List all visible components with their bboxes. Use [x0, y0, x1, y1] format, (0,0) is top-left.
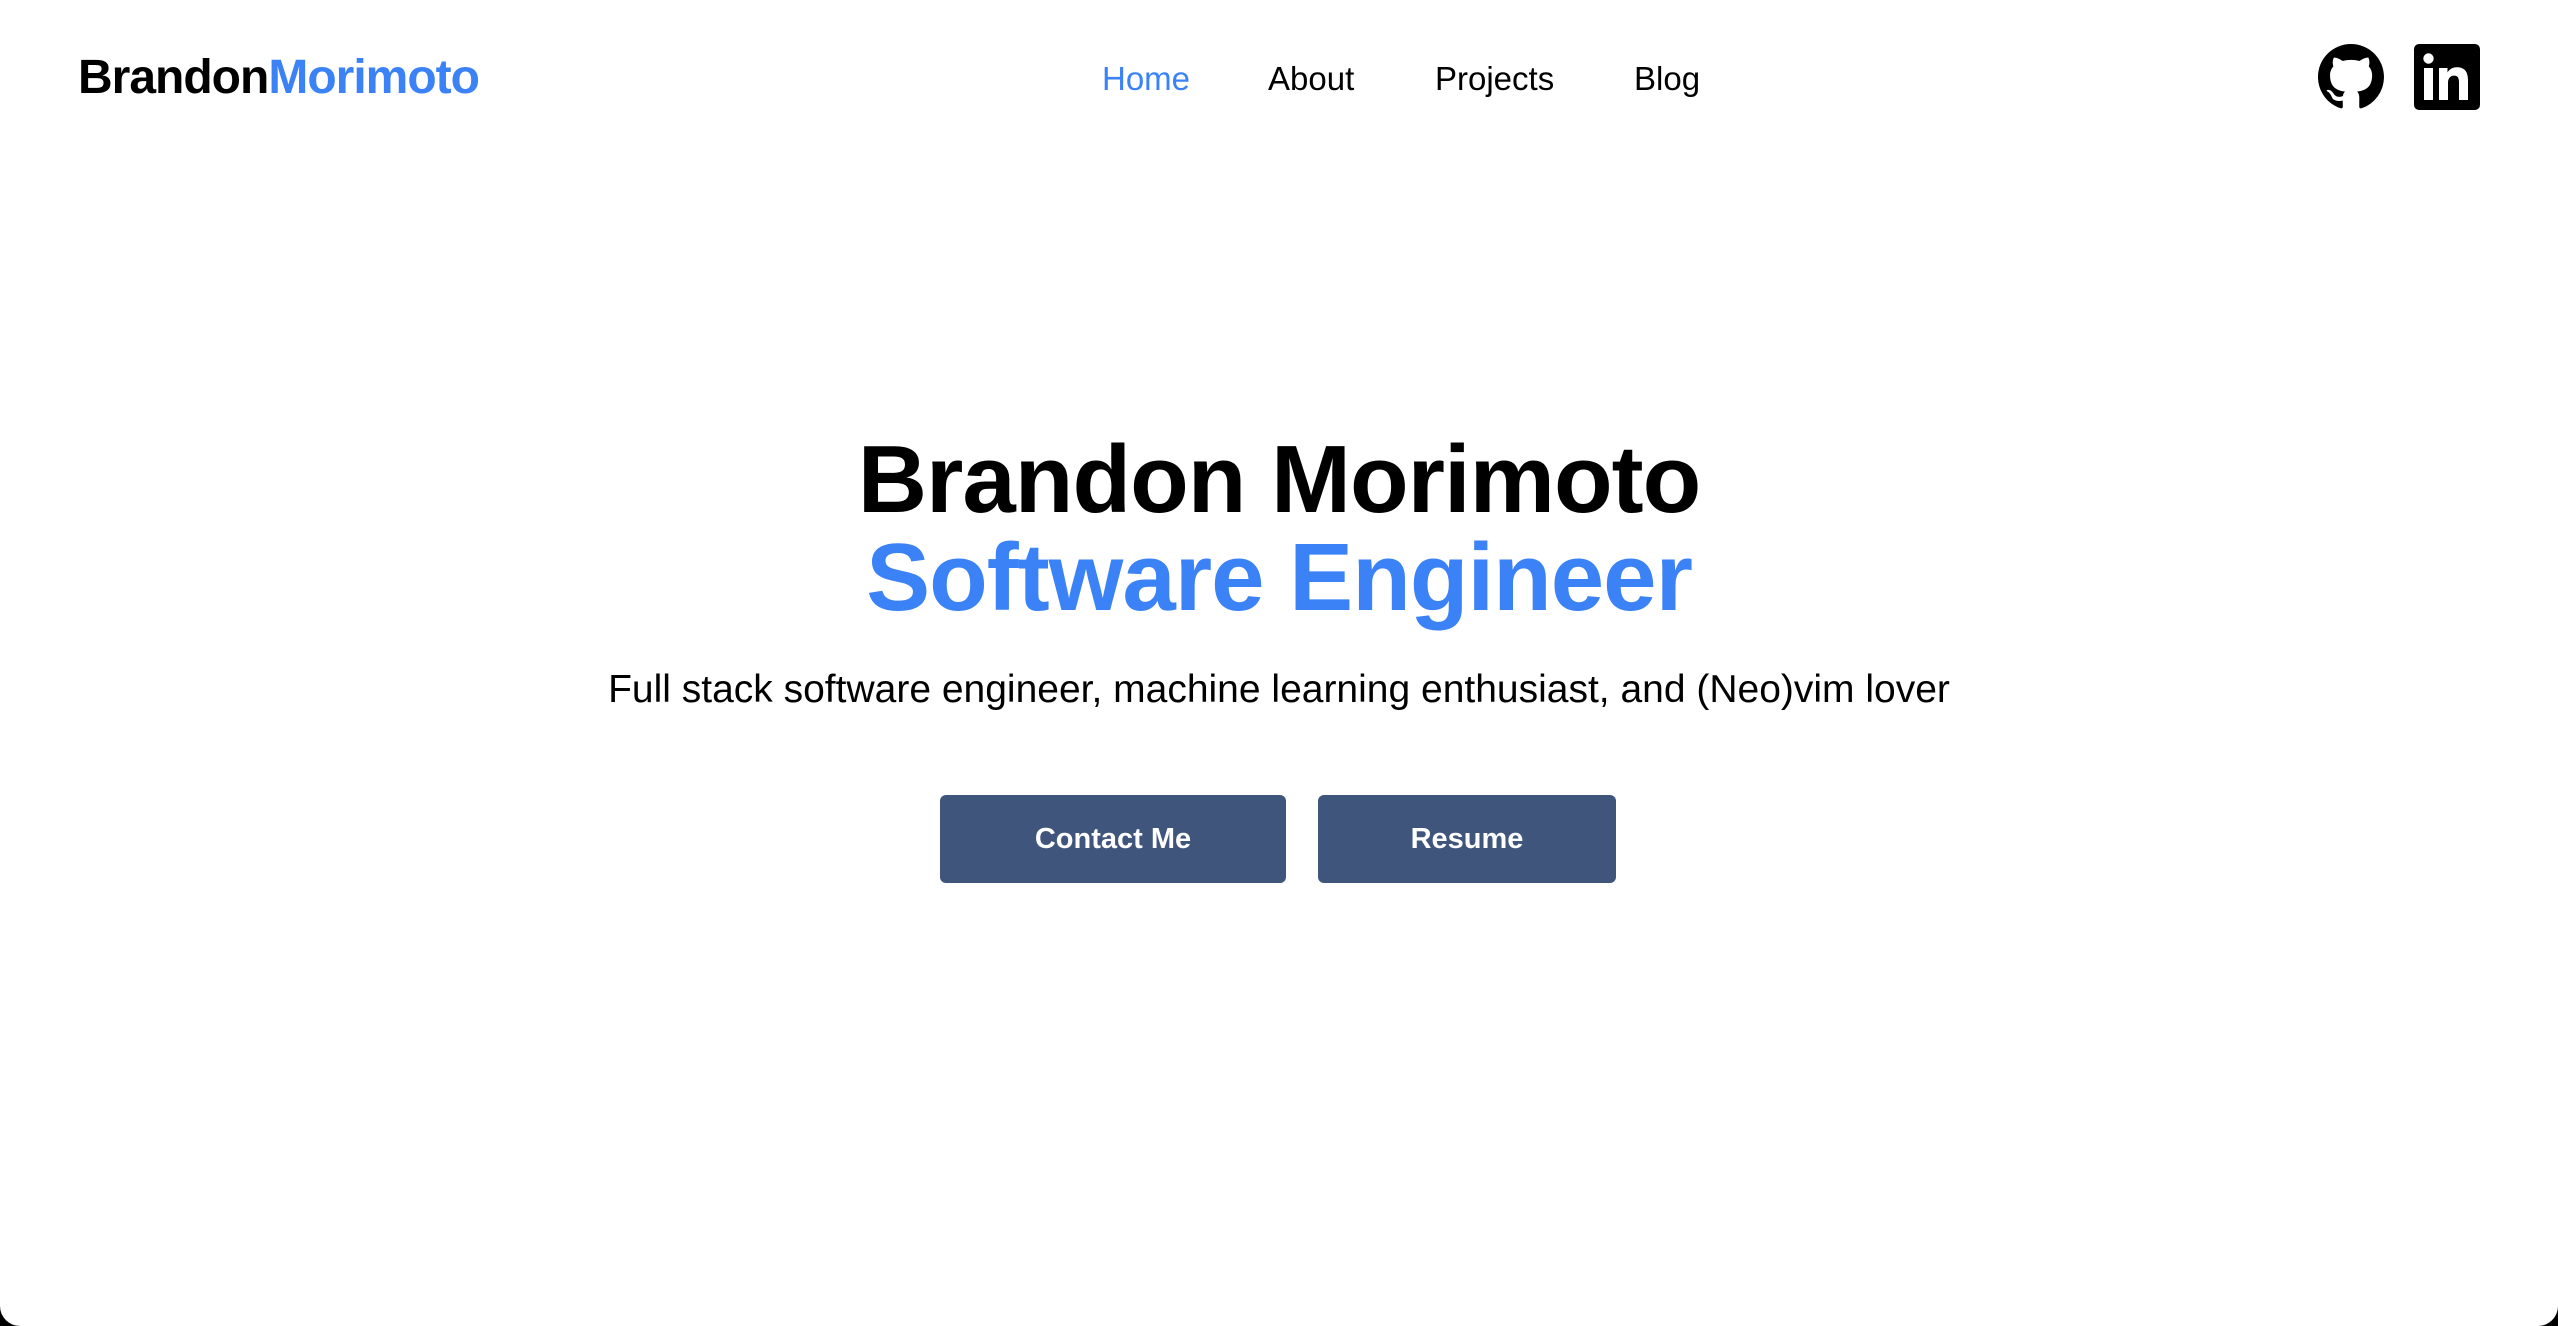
contact-me-button[interactable]: Contact Me [940, 795, 1286, 883]
hero-section: Brandon Morimoto Software Engineer Full … [0, 430, 2558, 714]
logo-first-name: Brandon [78, 51, 269, 104]
nav-about-link[interactable]: About [1268, 60, 1354, 98]
hero-tagline: Full stack software engineer, machine le… [608, 668, 1950, 711]
github-icon[interactable] [2318, 44, 2384, 110]
hero-name: Brandon Morimoto [857, 426, 1702, 533]
nav-home-link[interactable]: Home [1102, 60, 1190, 98]
site-logo[interactable]: BrandonMorimoto [78, 46, 480, 110]
resume-button[interactable]: Resume [1318, 795, 1616, 883]
hero-buttons: Contact Me Resume [0, 795, 2558, 883]
linkedin-icon[interactable] [2414, 44, 2480, 110]
social-links [2318, 44, 2518, 116]
page: BrandonMorimoto Home About Projects Blog… [0, 0, 2558, 1326]
hero-role: Software Engineer [866, 524, 1693, 631]
nav-projects-link[interactable]: Projects [1435, 60, 1554, 98]
nav-blog-link[interactable]: Blog [1634, 60, 1700, 98]
logo-last-name: Morimoto [268, 51, 480, 104]
